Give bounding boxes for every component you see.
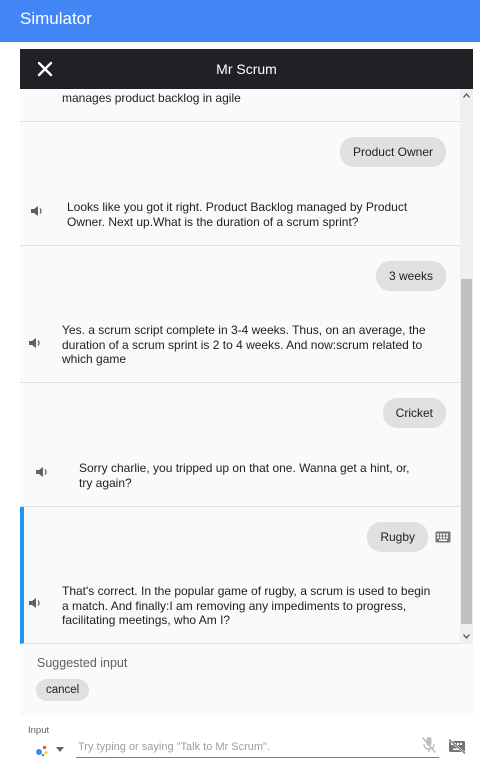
agent-response: Looks like you got it right. Product Bac… <box>67 200 408 229</box>
agent-response: That's correct. In the popular game of r… <box>62 584 431 627</box>
conversation-turn: manages product backlog in agile <box>20 89 460 122</box>
suggestion-chip-cancel[interactable]: cancel <box>36 679 90 701</box>
agent-response: manages product backlog in agile <box>62 91 241 105</box>
conversation-scrollbar[interactable] <box>460 89 473 644</box>
user-query-bubble: 3 weeks <box>375 261 446 291</box>
scrollbar-thumb[interactable] <box>461 279 472 624</box>
scroll-down-icon[interactable] <box>463 634 470 639</box>
agent-response: Yes. a scrum script complete in 3-4 week… <box>62 323 426 366</box>
conversation-log[interactable]: manages product backlog in agile Product… <box>20 89 460 644</box>
user-query-bubble: Cricket <box>382 398 446 428</box>
app-topbar: Simulator <box>0 0 480 42</box>
input-label: Input <box>28 725 50 736</box>
conversation-turn-selected[interactable]: Rugby That's correct. In the popular gam… <box>20 507 460 644</box>
mic-off-icon[interactable] <box>421 736 437 754</box>
suggested-input-label: Suggested input <box>37 656 128 670</box>
speaker-icon[interactable] <box>28 596 44 610</box>
google-assistant-icon[interactable] <box>35 743 49 757</box>
simulator-panel: Mr Scrum manages product backlog in agil… <box>20 49 473 768</box>
speaker-icon[interactable] <box>35 465 51 479</box>
input-area: Input Try typing or saying "Talk to Mr S… <box>20 715 473 768</box>
chevron-down-icon[interactable] <box>56 747 64 752</box>
keyboard-off-icon[interactable] <box>448 739 466 754</box>
speaker-icon[interactable] <box>30 204 46 218</box>
query-input[interactable]: Try typing or saying "Talk to Mr Scrum". <box>76 738 439 758</box>
agent-header: Mr Scrum <box>20 49 473 89</box>
conversation-turn: 3 weeks Yes. a scrum script complete in … <box>20 246 460 383</box>
app-title: Simulator <box>20 9 92 28</box>
agent-name: Mr Scrum <box>216 61 277 77</box>
agent-response: Sorry charlie, you tripped up on that on… <box>79 461 410 490</box>
user-query-bubble: Rugby <box>367 522 428 552</box>
speaker-icon[interactable] <box>28 336 44 350</box>
conversation-turn: Product Owner Looks like you got it righ… <box>20 122 460 246</box>
keyboard-icon <box>435 531 451 543</box>
conversation-turn: Cricket Sorry charlie, you tripped up on… <box>20 383 460 507</box>
scroll-up-icon[interactable] <box>463 93 470 98</box>
user-query-bubble: Product Owner <box>339 137 446 167</box>
